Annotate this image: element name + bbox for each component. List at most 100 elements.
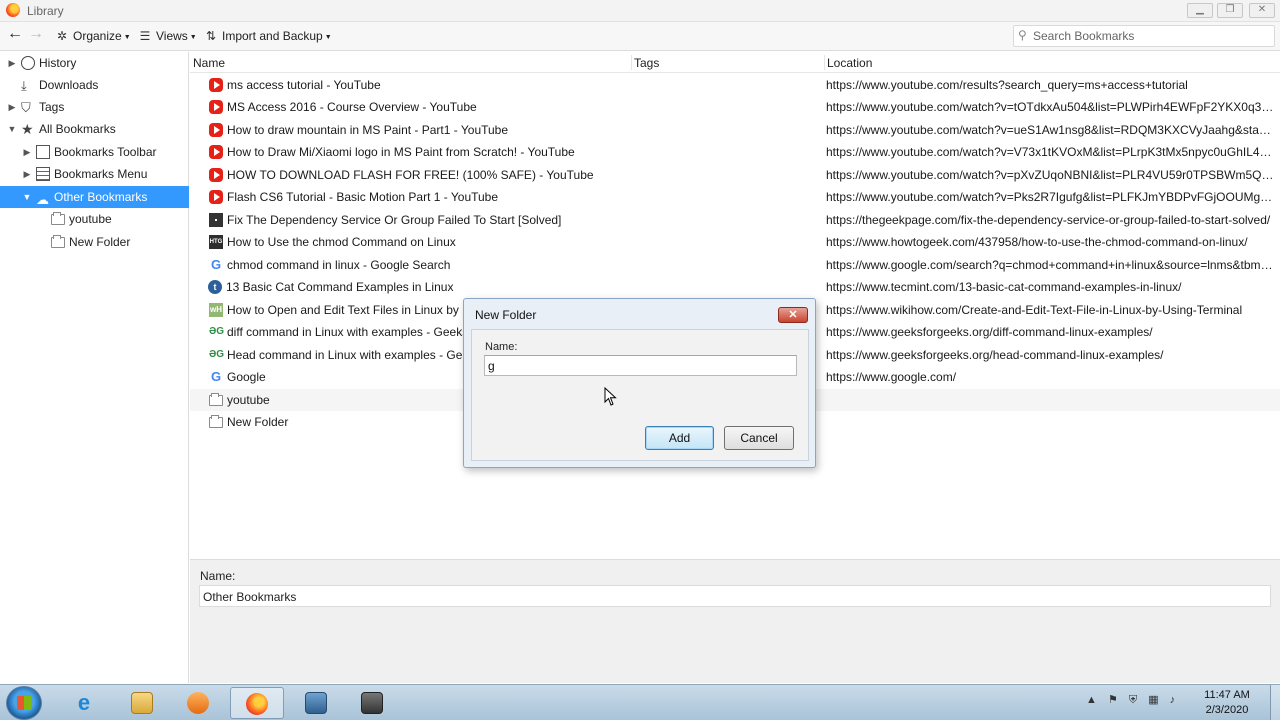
youtube-icon bbox=[209, 145, 223, 159]
search-input[interactable] bbox=[1033, 28, 1263, 44]
bookmark-name: How to Draw Mi/Xiaomi logo in MS Paint f… bbox=[227, 145, 575, 159]
organize-menu[interactable]: ✲ Organize ▼ bbox=[55, 28, 131, 45]
table-row[interactable]: How to Draw Mi/Xiaomi logo in MS Paint f… bbox=[190, 141, 1280, 163]
table-row[interactable]: Fix The Dependency Service Or Group Fail… bbox=[190, 209, 1280, 231]
new-folder-dialog: New Folder ✕ Name: Add Cancel bbox=[463, 298, 816, 468]
menu-folder-icon bbox=[36, 167, 50, 181]
bookmark-name: diff command in Linux with examples - Ge… bbox=[227, 325, 463, 339]
security-icon[interactable]: ⛨ bbox=[1129, 694, 1137, 707]
bookmark-name: HOW TO DOWNLOAD FLASH FOR FREE! (100% SA… bbox=[227, 168, 594, 182]
firefox-icon bbox=[6, 3, 20, 17]
bookmark-location: https://www.youtube.com/watch?v=Pks2R7Ig… bbox=[826, 190, 1274, 204]
table-row[interactable]: How to draw mountain in MS Paint - Part1… bbox=[190, 119, 1280, 141]
bookmark-name: 13 Basic Cat Command Examples in Linux bbox=[226, 280, 454, 294]
details-name-field[interactable]: Other Bookmarks bbox=[199, 585, 1271, 607]
table-row[interactable]: HOW TO DOWNLOAD FLASH FOR FREE! (100% SA… bbox=[190, 164, 1280, 186]
volume-icon[interactable]: ♪ bbox=[1170, 694, 1176, 706]
clock-date: 2/3/2020 bbox=[1205, 704, 1249, 716]
column-header-tags[interactable]: Tags bbox=[634, 56, 659, 70]
folder-icon bbox=[209, 415, 223, 428]
sidebar-item-history[interactable]: ▶ History bbox=[0, 52, 189, 74]
maximize-button[interactable]: ❐ bbox=[1217, 3, 1243, 18]
cloud-folder-icon: ☁ bbox=[36, 192, 49, 207]
network-icon[interactable]: ▦ bbox=[1148, 693, 1158, 706]
forward-arrow-icon[interactable]: → bbox=[28, 25, 44, 42]
cancel-button[interactable]: Cancel bbox=[724, 426, 794, 450]
taskbar-app-file-explorer[interactable] bbox=[116, 687, 170, 719]
chevron-down-icon: ▼ bbox=[123, 34, 131, 41]
column-header-location[interactable]: Location bbox=[827, 56, 872, 70]
taskbar-app-media-player[interactable] bbox=[172, 687, 226, 719]
start-button[interactable] bbox=[6, 686, 42, 720]
google-icon: G bbox=[210, 257, 222, 272]
back-arrow-icon[interactable]: ← bbox=[7, 25, 23, 42]
tecmint-icon: t bbox=[208, 280, 222, 294]
add-button[interactable]: Add bbox=[645, 426, 714, 450]
table-row[interactable]: t 13 Basic Cat Command Examples in Linux… bbox=[190, 276, 1280, 298]
table-row[interactable]: ms access tutorial - YouTube https://www… bbox=[190, 74, 1280, 96]
youtube-icon bbox=[209, 123, 223, 137]
youtube-icon bbox=[209, 168, 223, 182]
sidebar-item-new-folder[interactable]: New Folder bbox=[0, 231, 189, 253]
twisty-collapsed-icon[interactable]: ▶ bbox=[22, 163, 32, 185]
table-row[interactable]: HTG How to Use the chmod Command on Linu… bbox=[190, 231, 1280, 253]
twisty-expanded-icon[interactable]: ▼ bbox=[22, 186, 32, 208]
twisty-collapsed-icon[interactable]: ▶ bbox=[7, 52, 17, 74]
import-arrows-icon: ⇅ bbox=[205, 29, 217, 43]
search-bookmarks-box[interactable]: ⚲ bbox=[1013, 25, 1275, 47]
views-menu[interactable]: ☰ Views ▼ bbox=[138, 28, 197, 45]
twisty-collapsed-icon[interactable]: ▶ bbox=[7, 96, 17, 118]
bookmark-name: MS Access 2016 - Course Overview - YouTu… bbox=[227, 100, 477, 114]
twisty-expanded-icon[interactable]: ▼ bbox=[7, 118, 17, 140]
sidebar-item-other-bookmarks[interactable]: ▼ ☁ Other Bookmarks bbox=[0, 186, 189, 208]
htg-icon: HTG bbox=[209, 235, 223, 249]
sidebar-item-youtube[interactable]: youtube bbox=[0, 208, 189, 230]
sidebar-item-all-bookmarks[interactable]: ▼ ★ All Bookmarks bbox=[0, 118, 189, 140]
sidebar-item-tags[interactable]: ▶ ⛉ Tags bbox=[0, 96, 189, 118]
sidebar-item-downloads[interactable]: ⤓ Downloads bbox=[0, 74, 189, 96]
sidebar-item-bookmarks-menu[interactable]: ▶ Bookmarks Menu bbox=[0, 163, 189, 185]
import-backup-label: Import and Backup bbox=[222, 29, 323, 43]
table-row[interactable]: MS Access 2016 - Course Overview - YouTu… bbox=[190, 96, 1280, 118]
column-divider[interactable] bbox=[631, 55, 632, 70]
folder-icon bbox=[209, 393, 223, 406]
chevron-down-icon: ▼ bbox=[324, 34, 332, 41]
column-divider[interactable] bbox=[824, 55, 825, 70]
bookmark-name: chmod command in linux - Google Search bbox=[227, 258, 451, 272]
youtube-icon bbox=[209, 190, 223, 204]
taskbar-app-internet-explorer[interactable]: e bbox=[58, 687, 112, 719]
flag-icon[interactable]: ⚑ bbox=[1108, 693, 1118, 706]
show-desktop-button[interactable] bbox=[1270, 685, 1280, 720]
folder-name-input[interactable] bbox=[484, 355, 797, 376]
import-backup-menu[interactable]: ⇅ Import and Backup ▼ bbox=[204, 28, 332, 45]
table-row[interactable]: Flash CS6 Tutorial - Basic Motion Part 1… bbox=[190, 186, 1280, 208]
internet-explorer-icon: e bbox=[77, 690, 91, 715]
taskbar-app-firefox[interactable] bbox=[230, 687, 284, 719]
column-header-name[interactable]: Name bbox=[193, 56, 225, 70]
bookmark-location: https://www.google.com/search?q=chmod+co… bbox=[826, 258, 1274, 272]
twisty-collapsed-icon[interactable]: ▶ bbox=[22, 141, 32, 163]
taskbar-app-network[interactable] bbox=[290, 687, 344, 719]
close-button[interactable]: ✕ bbox=[1249, 3, 1275, 18]
tray-expand-icon[interactable]: ▲ bbox=[1086, 694, 1097, 706]
bookmark-name: How to Open and Edit Text Files in Linux… bbox=[227, 303, 463, 317]
dialog-close-button[interactable]: ✕ bbox=[778, 307, 808, 323]
taskbar: e ▲ ⚑ ⛨ ▦ ♪ 11:47 AM 2/3/2020 bbox=[0, 684, 1280, 720]
bookmark-location: https://www.tecmint.com/13-basic-cat-com… bbox=[826, 280, 1182, 294]
clock[interactable]: 11:47 AM 2/3/2020 bbox=[1196, 688, 1258, 718]
clock-time: 11:47 AM bbox=[1204, 689, 1250, 701]
sidebar-item-bookmarks-toolbar[interactable]: ▶ Bookmarks Toolbar bbox=[0, 141, 189, 163]
bookmark-location: https://www.youtube.com/watch?v=pXvZUqoN… bbox=[826, 168, 1274, 182]
organize-label: Organize bbox=[73, 29, 122, 43]
sidebar-item-label: Tags bbox=[39, 100, 65, 114]
sidebar-item-label: youtube bbox=[69, 212, 112, 226]
taskbar-app-video-recorder[interactable] bbox=[346, 687, 400, 719]
bookmark-name: Flash CS6 Tutorial - Basic Motion Part 1… bbox=[227, 190, 499, 204]
minimize-button[interactable]: ▁ bbox=[1187, 3, 1213, 18]
tag-icon: ⛉ bbox=[21, 100, 31, 115]
views-label: Views bbox=[156, 29, 188, 43]
folder-icon bbox=[51, 235, 65, 248]
bookmark-location: https://www.wikihow.com/Create-and-Edit-… bbox=[826, 303, 1243, 317]
network-app-icon bbox=[305, 692, 327, 714]
table-row[interactable]: G chmod command in linux - Google Search… bbox=[190, 254, 1280, 276]
